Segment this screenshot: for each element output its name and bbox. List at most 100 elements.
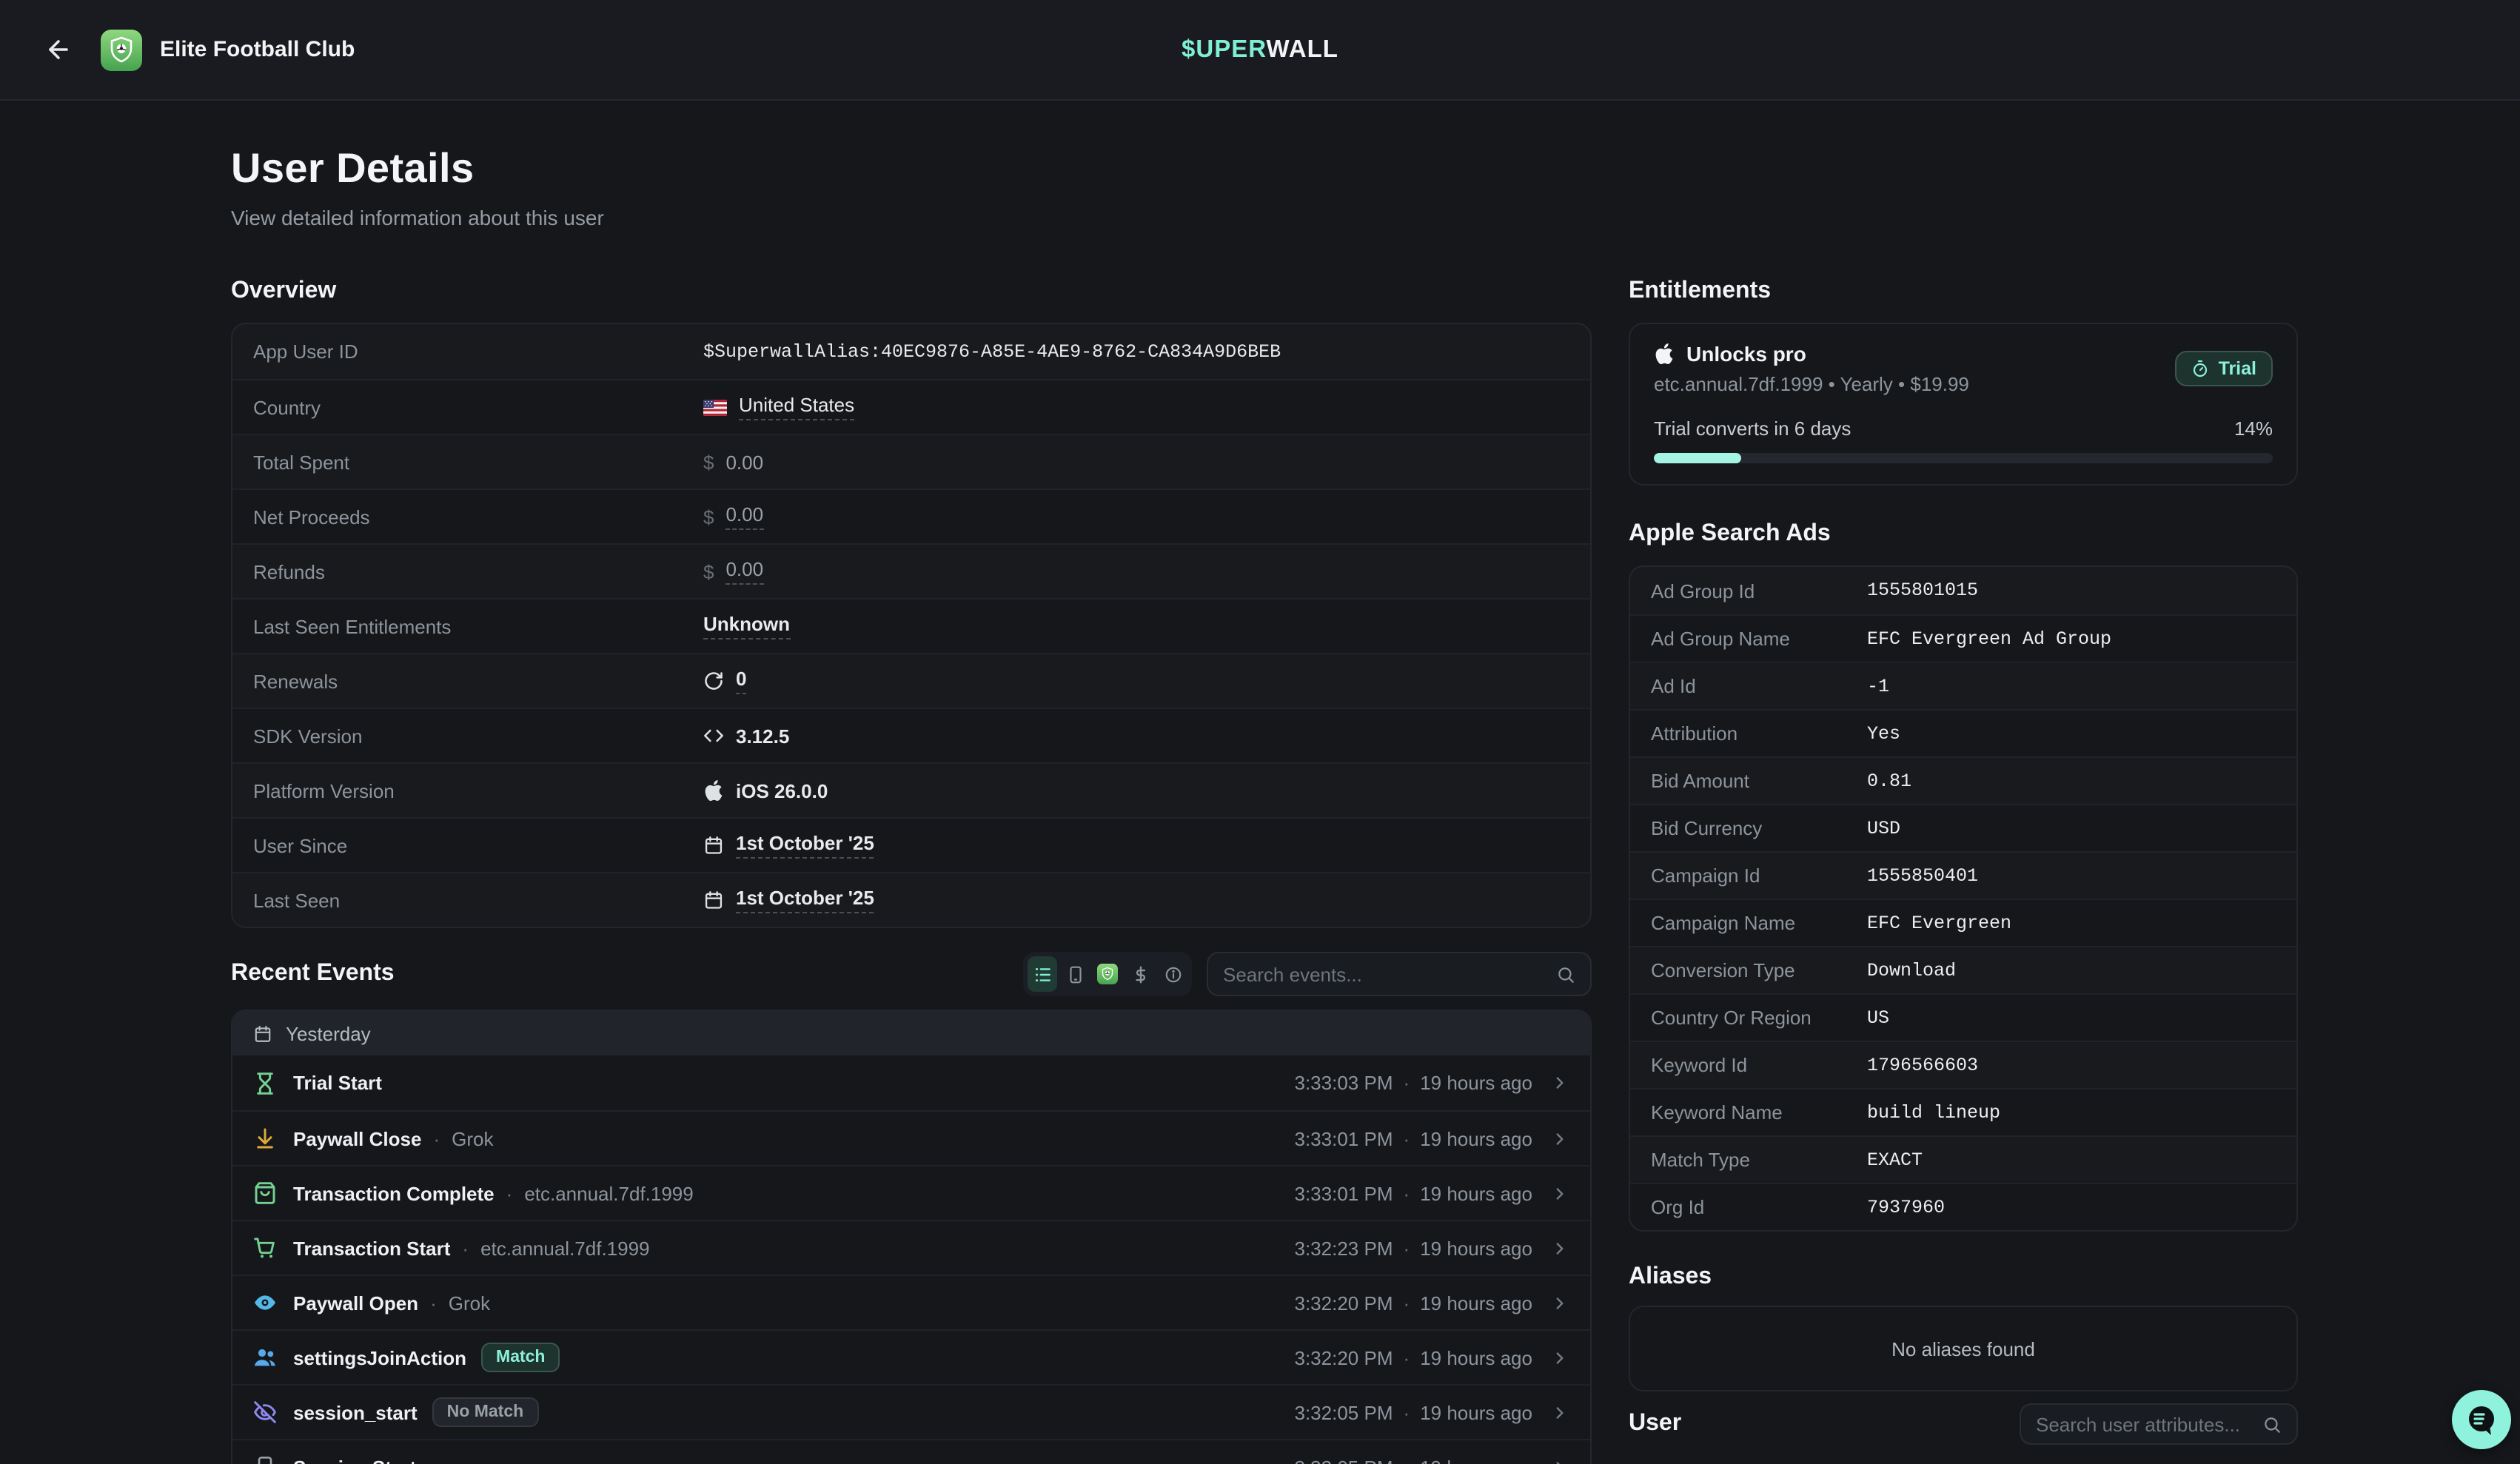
apple-search-ads-table: Ad Group Id1555801015Ad Group NameEFC Ev… <box>1629 565 2298 1232</box>
row-value: 1st October '25 <box>703 832 874 859</box>
hourglass-icon <box>253 1071 277 1095</box>
asa-row: Ad Id-1 <box>1630 662 2296 709</box>
event-row[interactable]: Transaction Start·etc.annual.7df.19993:3… <box>232 1220 1590 1275</box>
event-subtitle: Grok <box>449 1292 490 1314</box>
event-badge: Match <box>481 1343 560 1372</box>
event-rows: Trial Start3:33:03 PM·19 hours ago Paywal… <box>232 1055 1590 1464</box>
back-arrow-icon <box>44 36 72 64</box>
row-value-text: 1555850401 <box>1867 865 1978 886</box>
row-value-text: 1796566603 <box>1867 1055 1978 1075</box>
revenue-filter-button[interactable] <box>1125 956 1155 992</box>
dot-separator: · <box>430 1292 437 1314</box>
asa-row: AttributionYes <box>1630 709 2296 756</box>
currency-prefix: $ <box>703 506 714 528</box>
right-column: Entitlements Unlocks pro etc.annual.7df.… <box>1629 278 2298 1445</box>
asa-rows: Ad Group Id1555801015Ad Group NameEFC Ev… <box>1630 567 2296 1230</box>
chevron-right-icon <box>1550 1238 1569 1258</box>
event-name: Transaction Start <box>293 1237 450 1259</box>
left-column: Overview App User ID$SuperwallAlias:40EC… <box>231 278 1592 1464</box>
chevron-right-icon <box>1550 1457 1569 1464</box>
event-name: session_start <box>293 1401 418 1423</box>
dot-separator: · <box>1404 1401 1410 1423</box>
page-subtitle: View detailed information about this use… <box>231 206 2298 229</box>
eye-icon <box>253 1291 277 1314</box>
trial-badge: Trial <box>2176 351 2273 386</box>
dollar-icon <box>1130 964 1150 984</box>
row-value: build lineup <box>1867 1102 2000 1123</box>
row-value-text: Unknown <box>703 613 790 639</box>
info-filter-button[interactable] <box>1158 956 1187 992</box>
dot-separator: · <box>1404 1072 1410 1094</box>
row-value: iOS 26.0.0 <box>703 779 828 802</box>
dot-separator: · <box>462 1237 469 1259</box>
row-label: Ad Id <box>1651 675 1867 697</box>
overview-row: Last Seen EntitlementsUnknown <box>232 598 1590 653</box>
row-label: Attribution <box>1651 722 1867 745</box>
entitlements-heading: Entitlements <box>1629 278 2298 305</box>
trial-percent: 14% <box>2234 417 2273 440</box>
event-row[interactable]: Session Start3:32:05 PM·19 hours ago <box>232 1439 1590 1464</box>
event-row[interactable]: Trial Start3:33:03 PM·19 hours ago <box>232 1055 1590 1110</box>
refresh-icon <box>703 671 724 691</box>
event-time: 3:32:05 PM <box>1295 1401 1393 1423</box>
asa-row: Org Id7937960 <box>1630 1183 2296 1230</box>
events-search-input[interactable] <box>1223 963 1544 985</box>
user-search-box <box>2020 1403 2298 1445</box>
recent-events-heading: Recent Events <box>231 961 395 987</box>
chat-support-button[interactable] <box>2452 1390 2511 1449</box>
aliases-heading: Aliases <box>1629 1264 2298 1291</box>
dot-separator: · <box>1404 1127 1410 1149</box>
logo-rest-text: WALL <box>1266 36 1338 62</box>
event-subtitle: etc.annual.7df.1999 <box>524 1182 693 1204</box>
row-value: 1796566603 <box>1867 1055 1978 1075</box>
asa-row: Match TypeEXACT <box>1630 1135 2296 1183</box>
superwall-logo: $UPERWALL <box>1182 36 1338 64</box>
event-row[interactable]: settingsJoinActionMatch3:32:20 PM·19 hou… <box>232 1329 1590 1384</box>
entitlement-info: Unlocks pro etc.annual.7df.1999 • Yearly… <box>1654 342 1969 395</box>
row-label: Net Proceeds <box>253 506 703 528</box>
device-filter-button[interactable] <box>1060 956 1090 992</box>
row-value-text: 1st October '25 <box>736 887 874 913</box>
event-relative-time: 19 hours ago <box>1420 1456 1532 1464</box>
event-name: Paywall Close <box>293 1127 421 1149</box>
event-row[interactable]: Paywall Open·Grok3:32:20 PM·19 hours ago <box>232 1275 1590 1329</box>
row-value-text: US <box>1867 1007 1889 1028</box>
event-row[interactable]: Paywall Close·Grok3:33:01 PM·19 hours ag… <box>232 1110 1590 1165</box>
dot-separator: · <box>1404 1292 1410 1314</box>
row-value-text: 7937960 <box>1867 1197 1945 1218</box>
row-value: $0.00 <box>703 558 763 585</box>
trial-converts-label: Trial converts in 6 days <box>1654 417 1851 440</box>
event-row[interactable]: Transaction Complete·etc.annual.7df.1999… <box>232 1165 1590 1220</box>
row-label: Keyword Id <box>1651 1054 1867 1076</box>
row-value-text: Yes <box>1867 723 1900 744</box>
overview-rows: App User ID$SuperwallAlias:40EC9876-A85E… <box>232 324 1590 927</box>
search-icon <box>1556 964 1575 984</box>
events-controls <box>1023 952 1592 996</box>
shopping-bag-icon <box>253 1181 277 1205</box>
app-filter-button[interactable] <box>1093 956 1122 992</box>
app-name: Elite Football Club <box>160 37 355 62</box>
row-label: SDK Version <box>253 725 703 747</box>
trial-progress-fill <box>1654 453 1740 463</box>
apple-icon <box>703 780 724 801</box>
search-icon <box>2262 1414 2282 1434</box>
row-value-text: Download <box>1867 960 1956 981</box>
back-button[interactable] <box>36 27 80 72</box>
event-name: Paywall Open <box>293 1292 418 1314</box>
row-value-text: 0.81 <box>1867 770 1911 791</box>
event-relative-time: 19 hours ago <box>1420 1346 1532 1369</box>
entitlement-card: Unlocks pro etc.annual.7df.1999 • Yearly… <box>1629 323 2298 486</box>
list-view-button[interactable] <box>1028 956 1057 992</box>
smartphone-icon <box>1065 964 1085 984</box>
dot-separator: · <box>506 1182 513 1204</box>
row-label: Conversion Type <box>1651 959 1867 981</box>
page-title: User Details <box>231 145 2298 192</box>
event-row[interactable]: session_startNo Match3:32:05 PM·19 hours… <box>232 1384 1590 1439</box>
event-meta: 3:33:03 PM·19 hours ago <box>1295 1072 1570 1094</box>
dot-separator: · <box>1404 1237 1410 1259</box>
dot-separator: · <box>1404 1346 1410 1369</box>
event-name: settingsJoinAction <box>293 1346 466 1369</box>
row-label: App User ID <box>253 340 703 363</box>
row-value: $SuperwallAlias:40EC9876-A85E-4AE9-8762-… <box>703 341 1281 362</box>
user-attributes-search-input[interactable] <box>2036 1413 2251 1435</box>
